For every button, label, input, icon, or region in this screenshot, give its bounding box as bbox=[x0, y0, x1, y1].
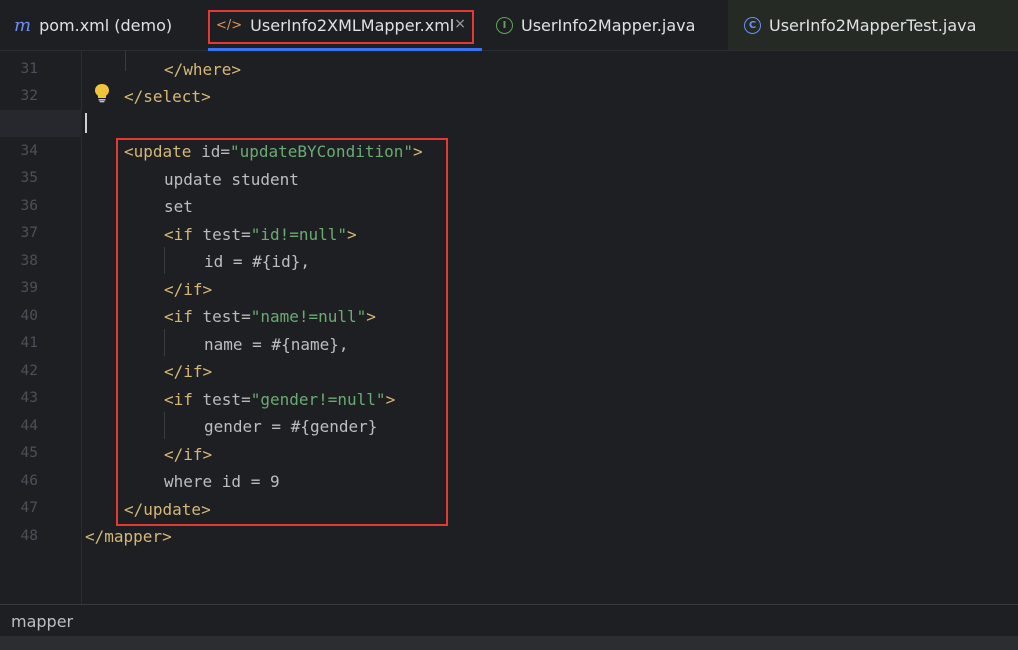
tab-label: UserInfo2MapperTest.java bbox=[769, 15, 977, 35]
code-line-48[interactable]: </mapper> bbox=[85, 523, 172, 550]
tab-pom-xml[interactable]: m pom.xml (demo) bbox=[14, 0, 172, 50]
line-number: 44 bbox=[20, 418, 38, 434]
line-number: 42 bbox=[20, 363, 38, 379]
line-number: 38 bbox=[20, 253, 38, 269]
code-line-32[interactable]: </select> bbox=[124, 83, 211, 110]
breadcrumb-item-mapper[interactable]: mapper bbox=[11, 612, 73, 631]
xml-tag: </select> bbox=[124, 87, 211, 106]
line-number: 35 bbox=[20, 170, 38, 186]
line-number: 40 bbox=[20, 308, 38, 324]
line-number: 34 bbox=[20, 143, 38, 159]
xml-tag: </where> bbox=[164, 60, 242, 79]
red-highlight-box bbox=[208, 10, 474, 44]
line-number: 32 bbox=[20, 88, 38, 104]
line-number: 41 bbox=[20, 335, 38, 351]
line-number: 37 bbox=[20, 225, 38, 241]
line-number: 48 bbox=[20, 528, 38, 544]
indent-guide bbox=[125, 51, 126, 71]
interface-icon: I bbox=[496, 16, 513, 34]
line-number: 47 bbox=[20, 500, 38, 516]
red-highlight-box bbox=[116, 138, 448, 526]
code-line-31[interactable]: </where> bbox=[164, 56, 241, 83]
breadcrumb-bar: mapper bbox=[0, 604, 1018, 636]
tab-label: UserInfo2Mapper.java bbox=[521, 15, 696, 35]
tab-userinfo2mapper-java[interactable]: I UserInfo2Mapper.java bbox=[496, 0, 695, 50]
tab-userinfo2mappertest-java[interactable]: C UserInfo2MapperTest.java bbox=[728, 0, 1018, 50]
close-icon[interactable]: × bbox=[454, 16, 466, 32]
bottom-panel-strip bbox=[0, 636, 1018, 650]
class-icon: C bbox=[744, 16, 761, 34]
line-number: 45 bbox=[20, 445, 38, 461]
lightbulb-icon[interactable] bbox=[93, 83, 111, 103]
tab-userinfo2xmlmapper-xml[interactable]: </> UserInfo2XMLMapper.xml × bbox=[208, 0, 482, 51]
tab-label: pom.xml (demo) bbox=[39, 15, 173, 35]
line-number: 43 bbox=[20, 390, 38, 406]
text-caret bbox=[85, 113, 87, 133]
line-number: 36 bbox=[20, 198, 38, 214]
line-number: 31 bbox=[20, 61, 38, 77]
line-number: 46 bbox=[20, 473, 38, 489]
editor-tab-bar: m pom.xml (demo) </> UserInfo2XMLMapper.… bbox=[0, 0, 1018, 51]
xml-tag: </mapper> bbox=[85, 527, 172, 546]
maven-m-icon: m bbox=[14, 14, 32, 36]
line-number: 39 bbox=[20, 280, 38, 296]
